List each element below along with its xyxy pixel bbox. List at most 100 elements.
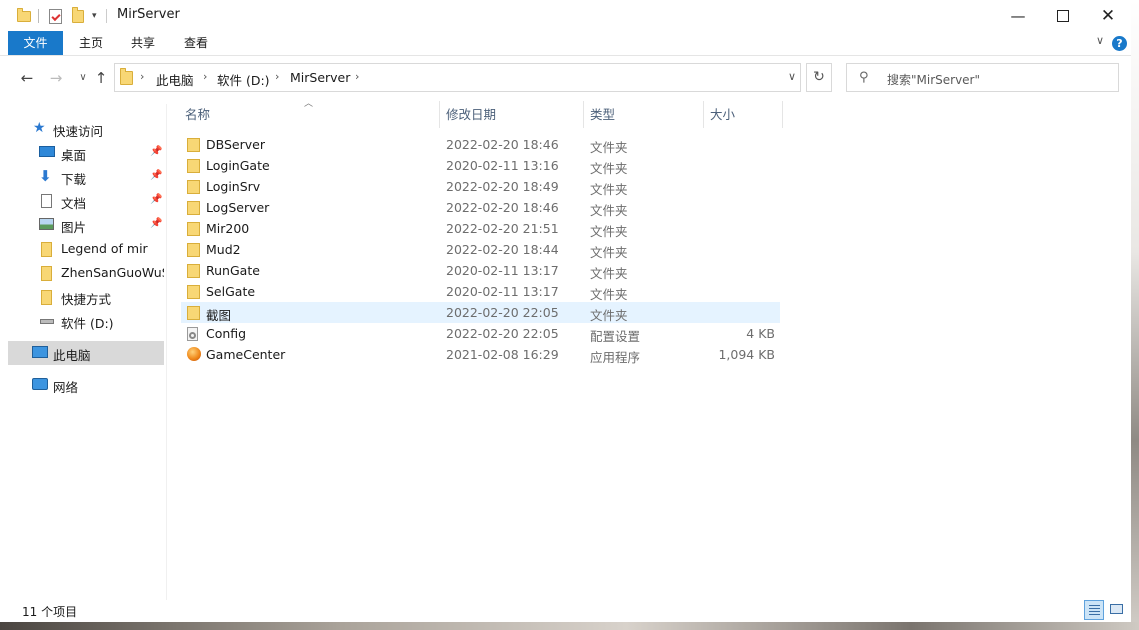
pin-icon[interactable]: 📌 — [150, 146, 162, 157]
file-name: DBServer — [206, 137, 265, 152]
pin-icon[interactable]: 📌 — [150, 218, 162, 229]
file-date: 2022-02-20 21:51 — [446, 221, 559, 236]
sidebar-item-label: Legend of mir — [61, 241, 148, 256]
large-icons-view-button[interactable] — [1107, 600, 1127, 620]
status-item-count: 11 个项目 — [22, 605, 78, 619]
forward-button[interactable]: → — [45, 67, 67, 89]
file-name: Mud2 — [206, 242, 241, 257]
maximize-button[interactable] — [1040, 0, 1086, 31]
sidebar-item-shortcuts[interactable]: 快捷方式 — [8, 285, 164, 309]
close-button[interactable]: ✕ — [1085, 0, 1131, 31]
file-type: 应用程序 — [590, 350, 641, 365]
expand-ribbon-icon[interactable]: ∨ — [1096, 34, 1104, 47]
sidebar-item-legend-of-mir[interactable]: Legend of mir — [8, 237, 164, 261]
column-divider[interactable] — [782, 101, 783, 128]
back-button[interactable]: ← — [16, 67, 38, 89]
help-icon[interactable]: ? — [1112, 36, 1127, 51]
file-row-logingate[interactable]: LoginGate 2020-02-11 13:16 文件夹 — [181, 155, 780, 176]
sidebar-item-label: 文档 — [61, 196, 87, 211]
minimize-icon: — — [1010, 6, 1026, 25]
file-row-screenshots[interactable]: 截图 2022-02-20 22:05 文件夹 — [181, 302, 780, 323]
file-row-gamecenter[interactable]: GameCenter 2021-02-08 16:29 应用程序 1,094 K… — [181, 344, 780, 365]
pin-icon[interactable]: 📌 — [150, 194, 162, 205]
sidebar-item-label: 下载 — [61, 172, 87, 187]
file-name: RunGate — [206, 263, 260, 278]
search-box[interactable]: ⚲ 搜索"MirServer" — [846, 63, 1119, 92]
file-row-selgate[interactable]: SelGate 2020-02-11 13:17 文件夹 — [181, 281, 780, 302]
sidebar-item-pictures[interactable]: 图片 📌 — [8, 213, 164, 237]
file-row-mud2[interactable]: Mud2 2022-02-20 18:44 文件夹 — [181, 239, 780, 260]
chevron-right-icon[interactable]: › — [140, 70, 144, 83]
window-title: MirServer — [117, 7, 180, 22]
file-type: 文件夹 — [590, 266, 628, 281]
picture-icon — [39, 218, 54, 230]
column-header-name[interactable]: 名称 — [185, 103, 210, 127]
folder-icon — [187, 306, 200, 320]
pin-icon[interactable]: 📌 — [150, 170, 162, 181]
column-header-size[interactable]: 大小 — [710, 103, 735, 127]
file-row-loginsrv[interactable]: LoginSrv 2022-02-20 18:49 文件夹 — [181, 176, 780, 197]
breadcrumb-this-pc[interactable]: 此电脑 — [156, 70, 194, 89]
tab-file[interactable]: 文件 — [8, 31, 63, 55]
folder-icon — [187, 243, 200, 257]
new-folder-icon[interactable] — [72, 6, 84, 25]
column-header-type[interactable]: 类型 — [590, 103, 615, 127]
chevron-right-icon[interactable]: › — [355, 70, 359, 83]
sidebar-item-this-pc[interactable]: 此电脑 — [8, 341, 164, 365]
sidebar-item-zhensanguowush[interactable]: ZhenSanGuoWuSh — [8, 261, 164, 285]
sidebar-item-desktop[interactable]: 桌面 📌 — [8, 141, 164, 165]
tab-share[interactable]: 共享 — [119, 31, 167, 55]
sidebar-item-documents[interactable]: 文档 📌 — [8, 189, 164, 213]
tab-view[interactable]: 查看 — [171, 31, 221, 55]
up-button[interactable]: ↑ — [90, 67, 112, 89]
file-date: 2022-02-20 22:05 — [446, 326, 559, 341]
download-icon: ⬇ — [39, 167, 52, 185]
arrow-up-icon: ↑ — [94, 69, 108, 87]
sidebar-item-label: 桌面 — [61, 148, 87, 163]
details-view-button[interactable] — [1084, 600, 1104, 620]
drive-icon — [40, 319, 54, 324]
file-row-config[interactable]: Config 2022-02-20 22:05 配置设置 4 KB — [181, 323, 780, 344]
column-divider[interactable] — [439, 101, 440, 128]
search-input[interactable]: 搜索"MirServer" — [887, 71, 980, 88]
refresh-button[interactable]: ↻ — [806, 63, 832, 92]
sort-ascending-icon: ︿ — [304, 99, 314, 109]
address-bar[interactable]: › 此电脑 › 软件 (D:) › MirServer › ∨ — [114, 63, 801, 92]
tab-home[interactable]: 主页 — [66, 31, 116, 55]
folder-icon[interactable] — [17, 7, 31, 25]
file-row-mir200[interactable]: Mir200 2022-02-20 21:51 文件夹 — [181, 218, 780, 239]
column-divider[interactable] — [703, 101, 704, 128]
sidebar-item-network[interactable]: 网络 — [8, 373, 164, 397]
arrow-right-icon: → — [49, 69, 63, 87]
folder-icon — [120, 68, 133, 85]
minimize-button[interactable]: — — [995, 0, 1041, 31]
file-row-logserver[interactable]: LogServer 2022-02-20 18:46 文件夹 — [181, 197, 780, 218]
column-divider[interactable] — [583, 101, 584, 128]
sidebar-item-label: 快速访问 — [53, 124, 104, 139]
address-dropdown-icon[interactable]: ∨ — [788, 70, 796, 83]
customize-toolbar-icon[interactable]: ▾ — [92, 7, 97, 25]
folder-icon — [187, 159, 200, 173]
search-icon: ⚲ — [859, 70, 869, 85]
folder-icon — [41, 242, 52, 257]
file-name: LoginGate — [206, 158, 270, 173]
arrow-left-icon: ← — [20, 69, 34, 87]
properties-icon[interactable] — [49, 7, 62, 25]
chevron-right-icon[interactable]: › — [275, 70, 279, 83]
sidebar-item-quick-access[interactable]: ★ 快速访问 — [8, 117, 164, 141]
file-type: 文件夹 — [590, 161, 628, 176]
folder-icon — [187, 201, 200, 215]
breadcrumb-drive-d[interactable]: 软件 (D:) — [217, 70, 270, 89]
large-icons-view-icon — [1110, 604, 1123, 614]
desktop-background — [0, 622, 1139, 630]
breadcrumb-mirserver[interactable]: MirServer — [290, 70, 350, 85]
sidebar-item-downloads[interactable]: ⬇ 下载 📌 — [8, 165, 164, 189]
sidebar-item-drive-d[interactable]: 软件 (D:) — [8, 309, 164, 333]
close-icon: ✕ — [1100, 5, 1116, 26]
ribbon-tabs: 文件 主页 共享 查看 ∨ ? — [0, 31, 1131, 56]
chevron-right-icon[interactable]: › — [203, 70, 207, 83]
file-date: 2020-02-11 13:17 — [446, 263, 559, 278]
file-row-rungate[interactable]: RunGate 2020-02-11 13:17 文件夹 — [181, 260, 780, 281]
file-row-dbserver[interactable]: DBServer 2022-02-20 18:46 文件夹 — [181, 134, 780, 155]
column-header-date[interactable]: 修改日期 — [446, 103, 496, 127]
